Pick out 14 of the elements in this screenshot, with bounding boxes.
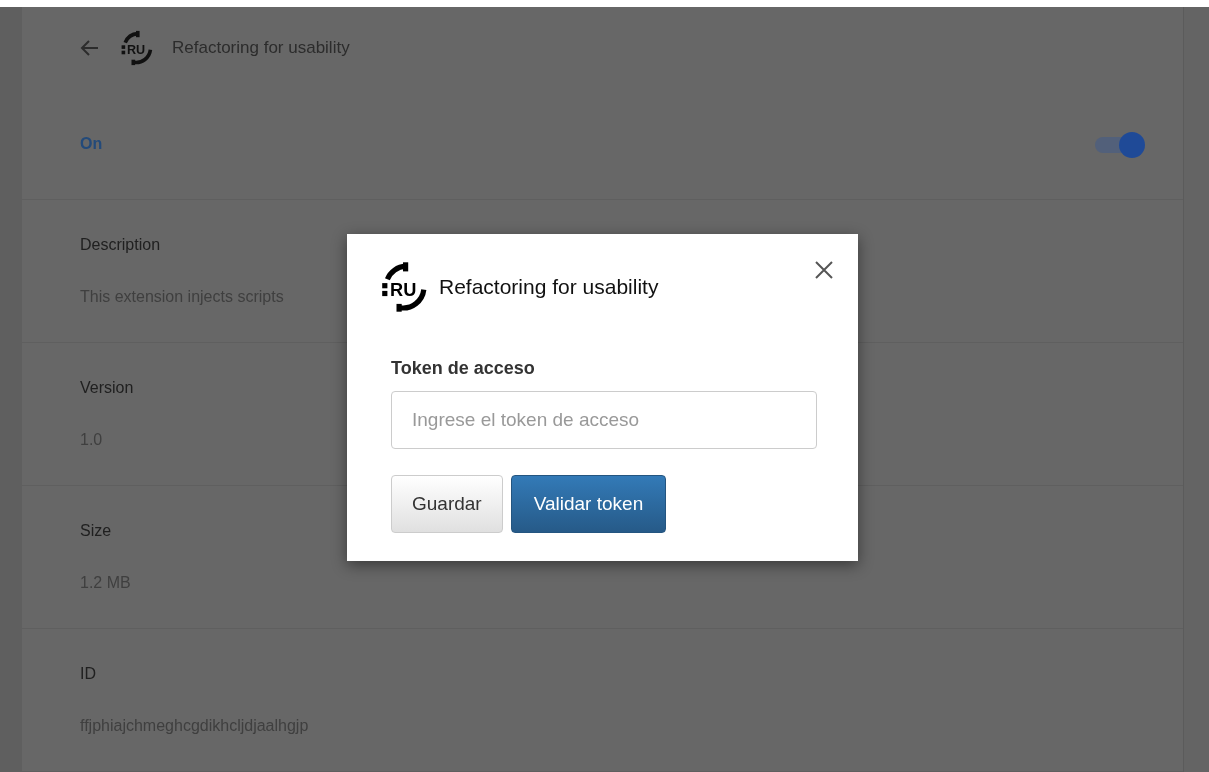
section-label: ID	[80, 665, 96, 684]
enabled-label: On	[80, 134, 103, 153]
section-label: Version	[80, 379, 134, 398]
section-label: Description	[80, 236, 161, 255]
extension-title: Refactoring for usability	[172, 37, 350, 58]
token-input-field[interactable]: Ingrese el token de acceso	[391, 391, 817, 449]
close-icon[interactable]	[814, 260, 834, 280]
field-label: Token de acceso	[391, 358, 536, 379]
validate-button[interactable]: Validar token	[510, 475, 667, 533]
dialog-title: Refactoring for usability	[439, 275, 659, 299]
enable-toggle[interactable]	[1095, 130, 1147, 157]
section-label: Size	[80, 522, 112, 541]
save-button[interactable]: Guardar	[391, 475, 503, 533]
back-arrow-icon[interactable]	[80, 37, 100, 58]
